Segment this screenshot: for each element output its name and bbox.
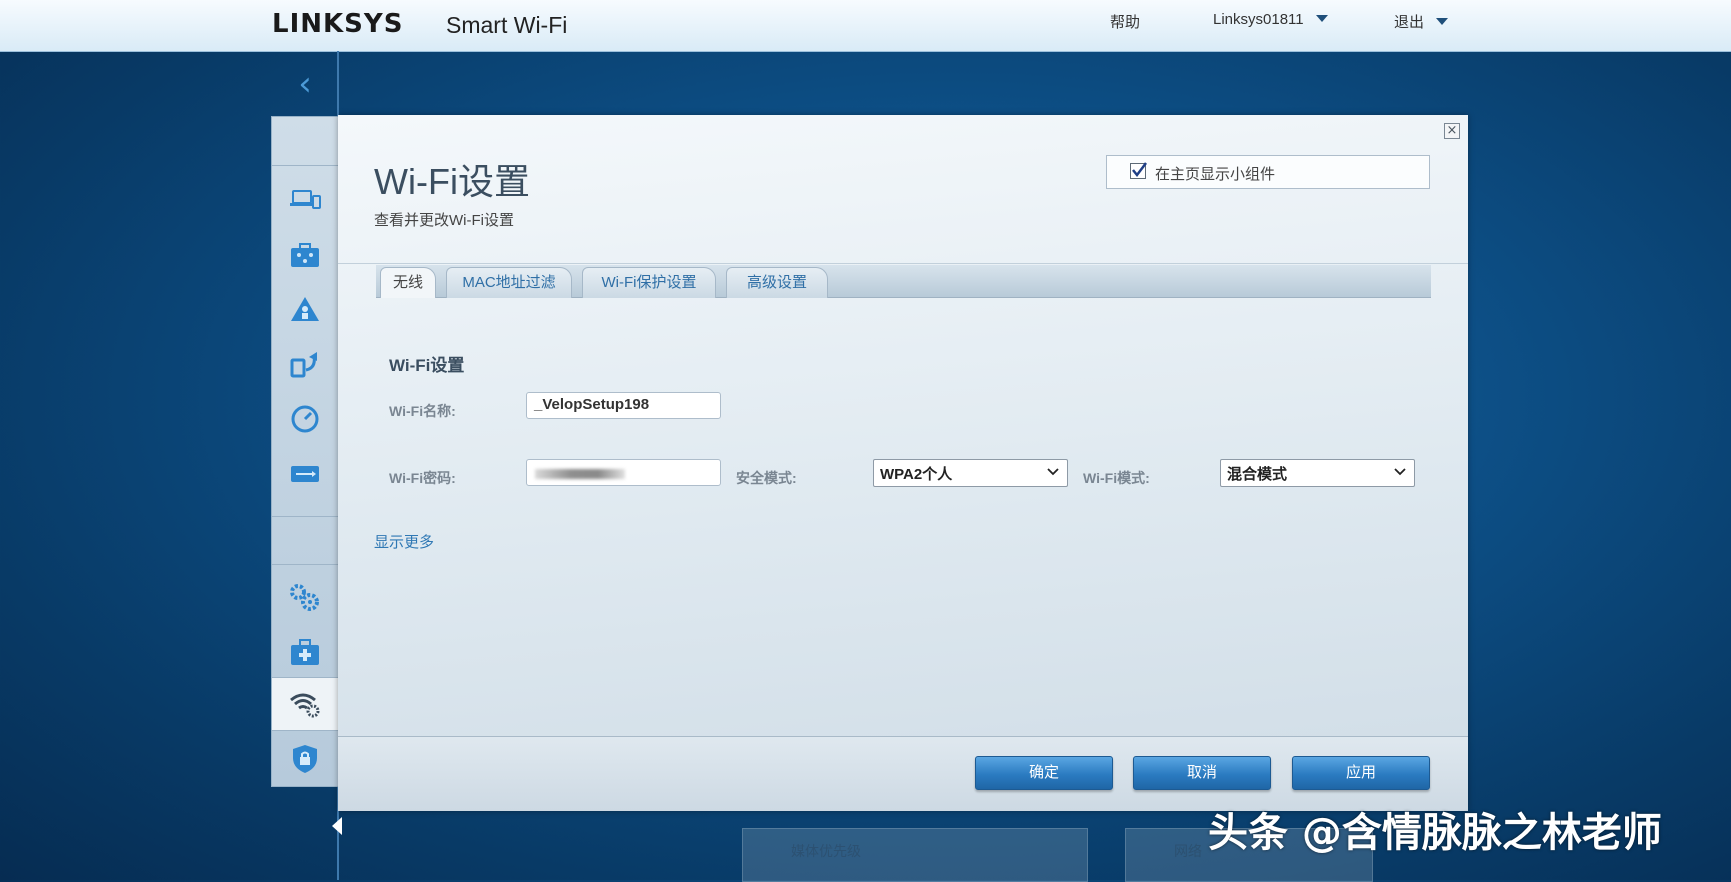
password-obscured <box>535 469 625 479</box>
sidebar-divider <box>272 516 338 517</box>
shield-lock-icon <box>293 745 317 773</box>
background-widget: 媒体优先级 <box>742 828 1088 882</box>
dialog-subtitle: 查看并更改Wi-Fi设置 <box>374 212 514 229</box>
parental-controls-icon <box>291 243 319 267</box>
tab-wps[interactable]: Wi-Fi保护设置 <box>582 267 716 298</box>
logout-menu[interactable]: 退出 <box>1394 11 1449 32</box>
wifi-password-label: Wi-Fi密码: <box>389 470 456 486</box>
close-icon[interactable]: × <box>1444 123 1460 139</box>
wifi-mode-value: 混合模式 <box>1227 466 1288 483</box>
show-widget-checkbox[interactable] <box>1130 162 1147 179</box>
chevron-down-icon <box>1436 18 1449 25</box>
tab-mac-filtering[interactable]: MAC地址过滤 <box>446 267 572 298</box>
security-mode-label: 安全模式: <box>736 470 797 486</box>
section-title: Wi-Fi设置 <box>389 356 465 375</box>
wifi-name-input[interactable]: _VelopSetup198 <box>526 392 721 419</box>
account-name: Linksys01811 <box>1213 11 1304 28</box>
back-arrow-icon[interactable]: ‹ <box>290 66 320 102</box>
sidebar-item-security[interactable] <box>272 735 338 783</box>
linksys-logo: LINKSYS <box>272 9 404 39</box>
sidebar-item-external-storage[interactable] <box>272 452 338 496</box>
ok-button[interactable]: 确定 <box>975 756 1113 790</box>
sidebar-item-speed-test[interactable] <box>272 397 338 441</box>
first-aid-kit-icon <box>291 639 319 665</box>
checkmark-icon <box>1132 162 1147 178</box>
header-divider <box>338 263 1468 264</box>
prioritization-icon <box>290 352 317 378</box>
active-pointer <box>332 817 342 835</box>
product-name: Smart Wi-Fi <box>446 12 568 38</box>
chevron-down-icon <box>1394 468 1406 476</box>
sidebar-item-prioritization[interactable] <box>272 342 338 386</box>
show-widget-label: 在主页显示小组件 <box>1155 166 1276 183</box>
wifi-settings-dialog: × Wi-Fi设置 查看并更改Wi-Fi设置 在主页显示小组件 无线 MAC地址… <box>338 115 1468 811</box>
watermark: 头条 @含情脉脉之林老师 <box>1208 810 1662 856</box>
logout-label: 退出 <box>1394 14 1425 31</box>
help-link[interactable]: 帮助 <box>1110 11 1140 32</box>
wifi-mode-label: Wi-Fi模式: <box>1083 470 1150 486</box>
show-more-link[interactable]: 显示更多 <box>374 531 434 552</box>
chevron-down-icon <box>1315 15 1328 22</box>
guest-access-icon <box>291 297 319 321</box>
speed-test-icon <box>291 405 319 433</box>
sidebar-item-devices[interactable] <box>272 178 338 222</box>
account-menu[interactable]: Linksys01811 <box>1213 11 1328 28</box>
sidebar-item-guest-access[interactable] <box>272 287 338 331</box>
sidebar-item-parental-controls[interactable] <box>272 233 338 277</box>
devices-icon <box>290 190 321 209</box>
tab-advanced[interactable]: 高级设置 <box>726 267 828 298</box>
sidebar-item-wifi-settings[interactable] <box>272 678 338 730</box>
security-mode-select[interactable]: WPA2个人 <box>873 459 1068 487</box>
cancel-button[interactable]: 取消 <box>1133 756 1271 790</box>
top-bar: LINKSYS Smart Wi-Fi 帮助 Linksys01811 退出 <box>0 0 1731 52</box>
sidebar-divider <box>272 165 338 166</box>
sidebar-item-troubleshooting[interactable] <box>272 627 338 677</box>
tab-wireless[interactable]: 无线 <box>380 267 436 298</box>
chevron-down-icon <box>1047 468 1059 476</box>
dialog-title: Wi-Fi设置 <box>374 161 530 202</box>
security-mode-value: WPA2个人 <box>880 466 953 483</box>
sidebar <box>271 116 342 835</box>
wifi-settings-icon <box>290 693 320 718</box>
apply-button[interactable]: 应用 <box>1292 756 1430 790</box>
wifi-password-input[interactable] <box>526 459 721 486</box>
gear-icon <box>290 584 319 611</box>
tab-bar: 无线 MAC地址过滤 Wi-Fi保护设置 高级设置 <box>376 265 1431 298</box>
sidebar-item-connectivity[interactable] <box>272 572 338 622</box>
wifi-name-label: Wi-Fi名称: <box>389 403 456 419</box>
show-widget-option[interactable]: 在主页显示小组件 <box>1106 155 1430 189</box>
wifi-mode-select[interactable]: 混合模式 <box>1220 459 1415 487</box>
sidebar-divider <box>272 564 338 565</box>
sidebar-divider <box>272 730 338 731</box>
external-storage-icon <box>291 466 319 482</box>
